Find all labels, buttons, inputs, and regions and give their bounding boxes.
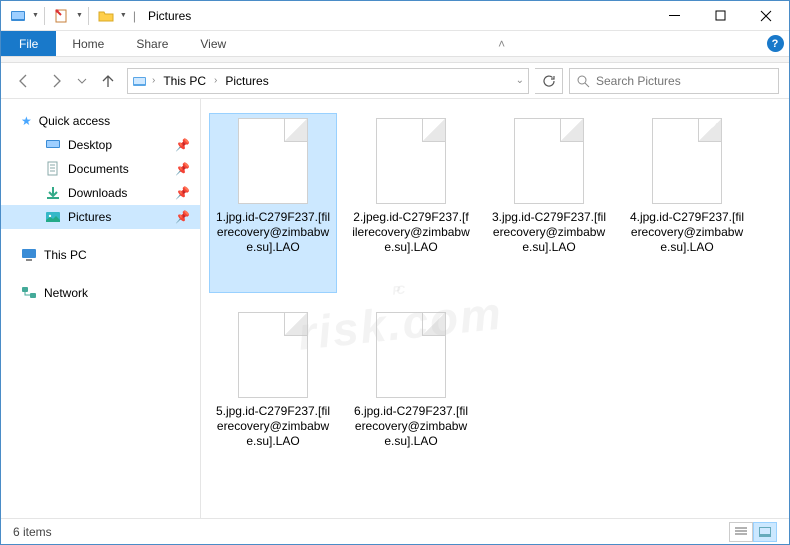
address-bar[interactable]: › This PC › Pictures ⌄ bbox=[127, 68, 529, 94]
app-icon[interactable] bbox=[6, 5, 30, 27]
title-separator: | bbox=[133, 9, 136, 23]
file-item[interactable]: 4.jpg.id-C279F237.[filerecovery@zimbabwe… bbox=[623, 113, 751, 293]
sidebar-quick-label: Quick access bbox=[39, 114, 110, 128]
explorer-window: PC risk.com ▼ ▼ ▼ | Pictures bbox=[0, 0, 790, 545]
navigation-pane: ★ Quick access Desktop📌Documents📌Downloa… bbox=[1, 99, 201, 518]
file-item[interactable]: 6.jpg.id-C279F237.[filerecovery@zimbabwe… bbox=[347, 307, 475, 487]
file-icon bbox=[238, 312, 308, 398]
breadcrumb-thispc[interactable]: This PC bbox=[159, 72, 210, 90]
sidebar-quick-access[interactable]: ★ Quick access bbox=[1, 109, 200, 133]
sidebar-item-label: Pictures bbox=[68, 210, 111, 224]
tab-home[interactable]: Home bbox=[56, 31, 120, 56]
file-name: 3.jpg.id-C279F237.[filerecovery@zimbabwe… bbox=[490, 210, 608, 255]
search-box[interactable] bbox=[569, 68, 779, 94]
ribbon-collapse-icon[interactable]: ˄ bbox=[488, 31, 516, 56]
file-icon bbox=[376, 312, 446, 398]
refresh-button[interactable] bbox=[535, 68, 563, 94]
file-icon bbox=[652, 118, 722, 204]
qat-dropdown-icon[interactable]: ▼ bbox=[32, 12, 39, 19]
pin-icon: 📌 bbox=[175, 186, 190, 200]
navigation-toolbar: › This PC › Pictures ⌄ bbox=[1, 63, 789, 99]
thumbnails-view-button[interactable] bbox=[753, 522, 777, 542]
pin-icon: 📌 bbox=[175, 162, 190, 176]
file-name: 1.jpg.id-C279F237.[filerecovery@zimbabwe… bbox=[214, 210, 332, 255]
tab-file[interactable]: File bbox=[1, 31, 56, 56]
file-icon bbox=[514, 118, 584, 204]
window-title: Pictures bbox=[148, 9, 191, 23]
status-bar: 6 items bbox=[1, 518, 789, 544]
sidebar-item-downloads[interactable]: Downloads 📌 bbox=[1, 181, 200, 205]
back-button[interactable] bbox=[11, 68, 37, 94]
sidebar-this-pc[interactable]: This PC bbox=[1, 243, 200, 267]
file-list[interactable]: 1.jpg.id-C279F237.[filerecovery@zimbabwe… bbox=[201, 99, 789, 518]
chevron-right-icon[interactable]: › bbox=[152, 75, 155, 86]
maximize-button[interactable] bbox=[697, 1, 743, 30]
file-name: 5.jpg.id-C279F237.[filerecovery@zimbabwe… bbox=[214, 404, 332, 449]
breadcrumb-pictures[interactable]: Pictures bbox=[221, 72, 272, 90]
sidebar-thispc-label: This PC bbox=[44, 248, 87, 262]
file-icon bbox=[238, 118, 308, 204]
sidebar-item-documents[interactable]: Documents 📌 bbox=[1, 157, 200, 181]
tab-share[interactable]: Share bbox=[120, 31, 184, 56]
minimize-button[interactable] bbox=[651, 1, 697, 30]
sidebar-item-label: Downloads bbox=[68, 186, 127, 200]
file-item[interactable]: 5.jpg.id-C279F237.[filerecovery@zimbabwe… bbox=[209, 307, 337, 487]
file-name: 4.jpg.id-C279F237.[filerecovery@zimbabwe… bbox=[628, 210, 746, 255]
status-text: 6 items bbox=[13, 525, 52, 539]
search-icon bbox=[576, 74, 590, 88]
qat-dropdown-icon[interactable]: ▼ bbox=[76, 12, 83, 19]
pin-icon: 📌 bbox=[175, 210, 190, 224]
qat-customize-icon[interactable]: ▼ bbox=[120, 12, 127, 19]
help-button[interactable]: ? bbox=[761, 31, 789, 56]
ribbon-tabs: File Home Share View ˄ ? bbox=[1, 31, 789, 57]
pin-icon: 📌 bbox=[175, 138, 190, 152]
recent-dropdown-icon[interactable] bbox=[75, 68, 89, 94]
tab-view[interactable]: View bbox=[184, 31, 242, 56]
sidebar-item-label: Desktop bbox=[68, 138, 112, 152]
file-item[interactable]: 3.jpg.id-C279F237.[filerecovery@zimbabwe… bbox=[485, 113, 613, 293]
view-mode-buttons bbox=[729, 522, 777, 542]
sidebar-item-pictures[interactable]: Pictures 📌 bbox=[1, 205, 200, 229]
file-item[interactable]: 1.jpg.id-C279F237.[filerecovery@zimbabwe… bbox=[209, 113, 337, 293]
properties-icon[interactable] bbox=[50, 5, 74, 27]
sidebar-item-label: Documents bbox=[68, 162, 129, 176]
quick-access-toolbar: ▼ ▼ ▼ bbox=[1, 1, 127, 30]
network-icon bbox=[21, 285, 37, 301]
search-input[interactable] bbox=[596, 74, 772, 88]
body: ★ Quick access Desktop📌Documents📌Downloa… bbox=[1, 99, 789, 518]
up-button[interactable] bbox=[95, 68, 121, 94]
new-folder-icon[interactable] bbox=[94, 5, 118, 27]
sidebar-item-desktop[interactable]: Desktop 📌 bbox=[1, 133, 200, 157]
monitor-icon bbox=[21, 247, 37, 263]
file-item[interactable]: 2.jpeg.id-C279F237.[filerecovery@zimbabw… bbox=[347, 113, 475, 293]
sidebar-network-label: Network bbox=[44, 286, 88, 300]
file-name: 6.jpg.id-C279F237.[filerecovery@zimbabwe… bbox=[352, 404, 470, 449]
chevron-right-icon[interactable]: › bbox=[214, 75, 217, 86]
titlebar: ▼ ▼ ▼ | Pictures bbox=[1, 1, 789, 31]
details-view-button[interactable] bbox=[729, 522, 753, 542]
file-icon bbox=[376, 118, 446, 204]
address-dropdown-icon[interactable]: ⌄ bbox=[516, 75, 524, 86]
file-name: 2.jpeg.id-C279F237.[filerecovery@zimbabw… bbox=[352, 210, 470, 255]
window-controls bbox=[651, 1, 789, 30]
sidebar-network[interactable]: Network bbox=[1, 281, 200, 305]
star-icon: ★ bbox=[21, 114, 32, 128]
close-button[interactable] bbox=[743, 1, 789, 30]
forward-button[interactable] bbox=[43, 68, 69, 94]
location-icon bbox=[132, 73, 148, 89]
